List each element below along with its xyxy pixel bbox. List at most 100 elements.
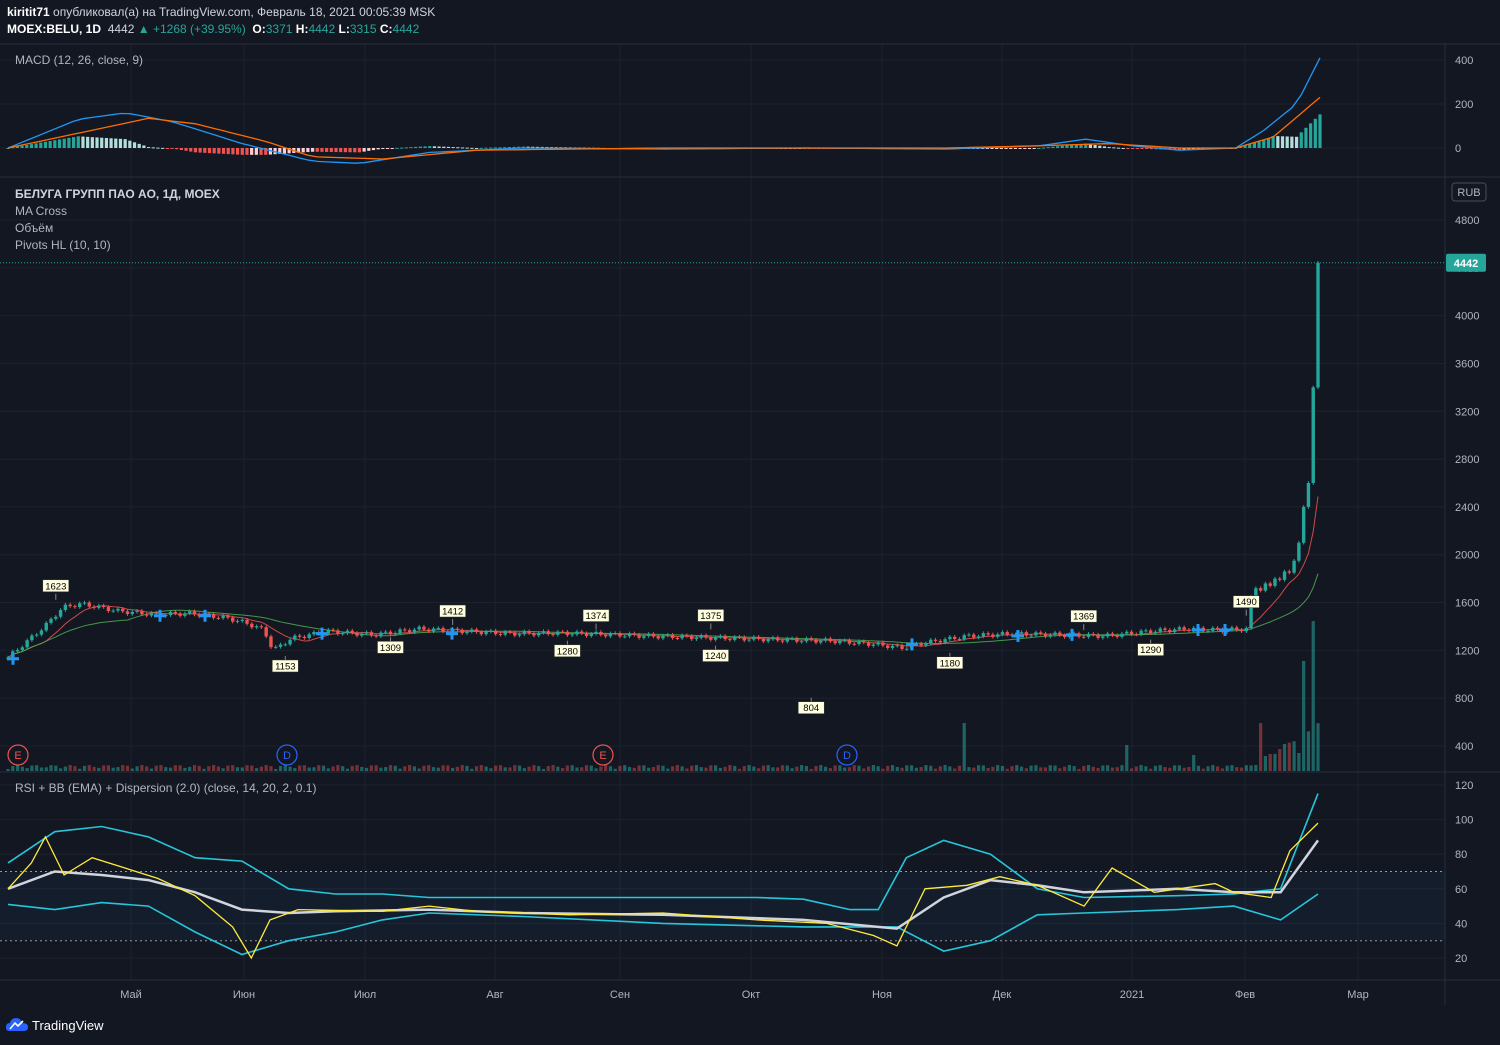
volume-bar [116, 767, 120, 771]
candle-body [546, 631, 550, 635]
macd-histogram-bar [1140, 148, 1144, 149]
macd-histogram-bar [348, 148, 352, 153]
volume-bar [1263, 756, 1268, 771]
macd-histogram-bar [212, 148, 216, 154]
price-tick-label: 3600 [1455, 358, 1479, 370]
volume-bar [599, 766, 603, 771]
candle-body [144, 614, 149, 616]
volume-bar [890, 765, 895, 771]
candle-body [149, 612, 154, 616]
volume-bar [675, 765, 679, 771]
candle-body [135, 610, 139, 612]
candle-body [991, 634, 995, 637]
volume-bar [321, 765, 326, 771]
volume-bar [1029, 765, 1033, 771]
volume-bar [632, 767, 636, 771]
candle-body [345, 630, 350, 634]
volume-bar [613, 768, 617, 771]
candle-body [1096, 634, 1100, 638]
volume-bar [584, 765, 589, 771]
x-tick-label: Июн [233, 989, 255, 1001]
volume-bar [35, 765, 39, 771]
volume-bar [919, 767, 923, 771]
candle-body [403, 629, 407, 631]
macd-histogram-bar [1027, 148, 1032, 149]
macd-histogram-bar [343, 148, 347, 153]
volume-bar [1168, 767, 1172, 771]
macd-histogram-bar [1126, 148, 1130, 149]
macd-histogram-bar [1065, 145, 1069, 148]
candle-body [498, 634, 503, 636]
candle-body [651, 633, 656, 637]
candle-body [1244, 628, 1248, 632]
macd-histogram-bar [1299, 132, 1303, 148]
macd-histogram-bar [217, 148, 221, 154]
candle-body [474, 629, 479, 633]
volume-bar [82, 765, 87, 771]
macd-histogram-bar [484, 147, 488, 149]
macd-histogram-bar [385, 148, 390, 149]
volume-bar [1129, 768, 1134, 771]
candle-body [871, 644, 876, 646]
volume-bar [326, 768, 330, 771]
macd-histogram-bar [446, 146, 451, 148]
candle-body [618, 633, 622, 637]
volume-bar [1235, 767, 1239, 771]
volume-label[interactable]: Объём [15, 221, 53, 235]
candle-body [1163, 628, 1167, 630]
price-tick-label: 800 [1455, 693, 1473, 705]
pivots-label[interactable]: Pivots HL (10, 10) [15, 238, 111, 252]
candle-body [493, 630, 498, 635]
candle-body [436, 628, 440, 630]
candle-body [866, 642, 871, 646]
volume-bar [226, 765, 230, 771]
candle-body [594, 631, 598, 634]
volume-bar [1005, 768, 1009, 771]
macd-histogram-bar [381, 148, 385, 149]
candle-body [752, 636, 756, 640]
macd-histogram-bar [1304, 127, 1308, 148]
volume-bar [522, 768, 526, 771]
candle-body [776, 637, 780, 641]
candle-body [742, 637, 746, 641]
macd-label[interactable]: MACD (12, 26, close, 9) [15, 53, 143, 67]
volume-bar [264, 765, 268, 771]
candle-body [632, 633, 637, 635]
candle-body [599, 631, 603, 635]
candle-body [360, 633, 364, 636]
macd-histogram-bar [53, 140, 57, 148]
macd-histogram-bar [254, 148, 258, 155]
candle-body [1282, 571, 1287, 580]
candle-body [125, 611, 130, 615]
volume-bar [723, 766, 727, 771]
volume-bar [307, 767, 311, 771]
macd-histogram-bar [1145, 148, 1149, 149]
volume-bar [1316, 723, 1320, 771]
volume-bar [149, 768, 154, 771]
volume-bar [25, 768, 29, 771]
volume-bar [140, 765, 144, 771]
volume-bar [838, 765, 842, 771]
candle-body [737, 636, 742, 638]
candle-body [384, 631, 388, 633]
rsi-label[interactable]: RSI + BB (EMA) + Dispersion (2.0) (close… [15, 781, 316, 795]
pivot-value: 1412 [442, 607, 463, 618]
candle-body [140, 610, 144, 615]
volume-bar [1120, 765, 1124, 771]
macd-histogram-bar [29, 144, 34, 148]
ma-cross-label[interactable]: MA Cross [15, 204, 67, 218]
volume-bar [517, 765, 522, 771]
volume-bar [733, 765, 737, 771]
volume-bar [1196, 765, 1201, 771]
volume-bar [494, 765, 498, 771]
macd-histogram-bar [376, 148, 380, 150]
candle-body [101, 605, 106, 608]
candle-body [1115, 635, 1119, 637]
volume-bar [403, 766, 407, 771]
chart-canvas[interactable]: Май Июн Июл Авг Сен Окт Ноя Дек 2021 Фев Мар 0 200 40… [0, 0, 1500, 1045]
volume-bar [211, 765, 216, 771]
candle-body [1278, 578, 1282, 580]
tradingview-logo[interactable]: TradingView [6, 1017, 104, 1033]
candle-body [637, 634, 641, 638]
main-title[interactable]: БЕЛУГА ГРУПП ПАО АО, 1Д, MOEX [15, 187, 220, 201]
